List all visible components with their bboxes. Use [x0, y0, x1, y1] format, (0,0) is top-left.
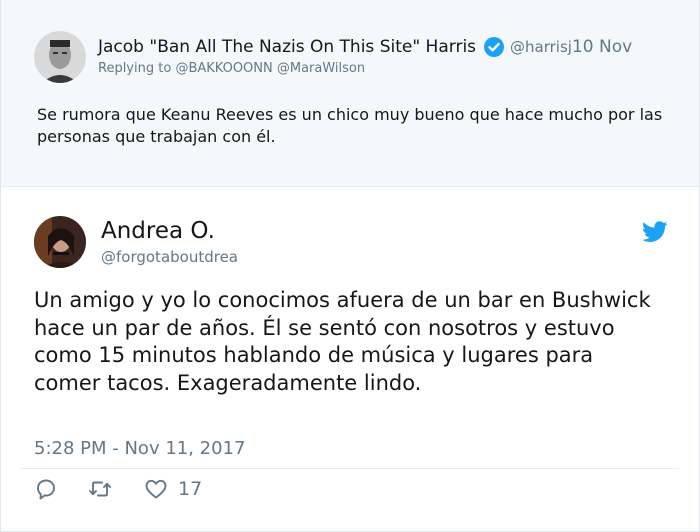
- tweet-timestamp[interactable]: 5:28 PM - Nov 11, 2017: [34, 438, 245, 459]
- heart-icon[interactable]: [144, 477, 168, 501]
- like-count: 17: [178, 478, 203, 500]
- verified-badge-icon: [483, 36, 505, 58]
- parent-author-avatar[interactable]: [34, 31, 86, 83]
- author-handle[interactable]: @forgotaboutdrea: [101, 248, 238, 266]
- tweet-actions: 17: [34, 476, 202, 502]
- author-avatar[interactable]: [34, 216, 86, 268]
- reply-icon[interactable]: [34, 477, 58, 501]
- replying-to-line: Replying to @BAKKOOONN @MaraWilson: [98, 61, 365, 76]
- parent-tweet-text: Se rumora que Keanu Reeves es un chico m…: [37, 105, 663, 146]
- tweet-card: Jacob "Ban All The Nazis On This Site" H…: [1, 0, 699, 531]
- twitter-bird-icon[interactable]: [641, 221, 668, 243]
- author-name[interactable]: Andrea O.: [101, 218, 215, 244]
- retweet-icon[interactable]: [88, 477, 112, 501]
- parent-author-handle[interactable]: @harrisj: [510, 38, 572, 56]
- parent-tweet[interactable]: Jacob "Ban All The Nazis On This Site" H…: [1, 0, 699, 187]
- parent-tweet-date[interactable]: 10 Nov: [572, 37, 632, 57]
- divider: [21, 468, 679, 469]
- parent-author-name[interactable]: Jacob "Ban All The Nazis On This Site" H…: [98, 37, 476, 57]
- tweet-text: Un amigo y yo lo conocimos afuera de un …: [34, 288, 651, 395]
- replying-to-label: Replying to: [98, 61, 172, 76]
- parent-author-row: Jacob "Ban All The Nazis On This Site" H…: [98, 36, 632, 58]
- replying-to-mentions[interactable]: @BAKKOOONN @MaraWilson: [175, 61, 365, 76]
